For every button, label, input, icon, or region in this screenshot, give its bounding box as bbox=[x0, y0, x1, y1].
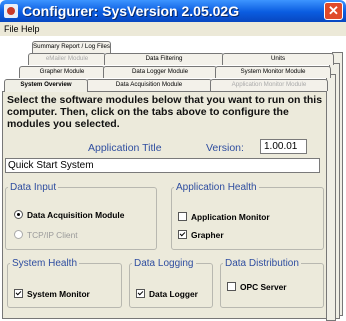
data-distribution-legend: Data Distribution bbox=[225, 258, 299, 269]
system-monitor-label: System Monitor bbox=[27, 289, 90, 299]
data-distribution-group: Data Distribution OPC Server bbox=[220, 258, 324, 308]
data-logging-legend: Data Logging bbox=[134, 258, 194, 269]
tab-application-monitor-module[interactable]: Application Monitor Module bbox=[210, 79, 328, 91]
system-overview-panel: Select the software modules below that y… bbox=[2, 91, 327, 319]
checkbox-unchecked-icon bbox=[178, 212, 187, 221]
close-button[interactable]: ✕ bbox=[324, 2, 343, 20]
application-monitor-checkbox[interactable]: Application Monitor bbox=[178, 212, 270, 222]
radio-selected-icon bbox=[14, 210, 23, 219]
grapher-checkbox[interactable]: Grapher bbox=[178, 230, 224, 240]
page-edge bbox=[326, 74, 336, 321]
tab-summary-report[interactable]: Summary Report / Log Files bbox=[32, 41, 111, 53]
tab-emailer-module[interactable]: eMailer Module bbox=[28, 53, 106, 65]
tab-data-logger-module[interactable]: Data Logger Module bbox=[103, 66, 217, 78]
checkbox-checked-icon bbox=[14, 289, 23, 298]
grapher-label: Grapher bbox=[191, 230, 224, 240]
menu-help[interactable]: Help bbox=[19, 22, 42, 36]
window-title: Configurer: SysVersion 2.05.02G bbox=[22, 3, 240, 19]
opc-server-checkbox[interactable]: OPC Server bbox=[227, 282, 287, 292]
tab-data-filtering[interactable]: Data Filtering bbox=[104, 53, 224, 65]
tcpip-client-label: TCP/IP Client bbox=[27, 230, 78, 240]
instructions-text: Select the software modules below that y… bbox=[7, 94, 323, 130]
system-health-group: System Health System Monitor bbox=[7, 258, 122, 308]
application-health-legend: Application Health bbox=[176, 182, 257, 193]
menu-file[interactable]: File bbox=[2, 22, 21, 36]
data-logger-checkbox[interactable]: Data Logger bbox=[136, 289, 198, 299]
data-input-legend: Data Input bbox=[10, 182, 57, 193]
data-logging-group: Data Logging Data Logger bbox=[129, 258, 213, 308]
version-label: Version: bbox=[206, 142, 244, 154]
tab-grapher-module[interactable]: Grapher Module bbox=[19, 66, 105, 78]
tcpip-client-radio[interactable]: TCP/IP Client bbox=[14, 230, 78, 240]
data-acquisition-radio[interactable]: Data Acquisition Module bbox=[14, 210, 124, 220]
version-input[interactable]: 1.00.01 bbox=[260, 139, 307, 154]
data-input-group: Data Input Data Acquisition Module TCP/I… bbox=[5, 182, 157, 250]
application-title-label: Application Title bbox=[88, 142, 162, 154]
app-icon bbox=[4, 4, 18, 18]
radio-unselected-icon bbox=[14, 230, 23, 239]
tab-data-acquisition-module[interactable]: Data Acquisition Module bbox=[86, 79, 212, 91]
checkbox-unchecked-icon bbox=[227, 282, 236, 291]
opc-server-label: OPC Server bbox=[240, 282, 287, 292]
application-title-input[interactable]: Quick Start System bbox=[5, 158, 320, 173]
menu-bar: File Help bbox=[0, 22, 346, 36]
title-bar[interactable]: Configurer: SysVersion 2.05.02G ✕ bbox=[0, 0, 346, 22]
checkbox-checked-icon bbox=[136, 289, 145, 298]
application-health-group: Application Health Application Monitor G… bbox=[171, 182, 324, 250]
tab-units[interactable]: Units bbox=[222, 53, 334, 65]
application-monitor-label: Application Monitor bbox=[191, 212, 270, 222]
tab-system-monitor-module[interactable]: System Monitor Module bbox=[215, 66, 331, 78]
system-health-legend: System Health bbox=[12, 258, 78, 269]
data-logger-label: Data Logger bbox=[149, 289, 198, 299]
data-acquisition-label: Data Acquisition Module bbox=[27, 210, 125, 220]
tab-system-overview[interactable]: System Overview bbox=[4, 79, 88, 92]
checkbox-checked-icon bbox=[178, 230, 187, 239]
system-monitor-checkbox[interactable]: System Monitor bbox=[14, 289, 90, 299]
